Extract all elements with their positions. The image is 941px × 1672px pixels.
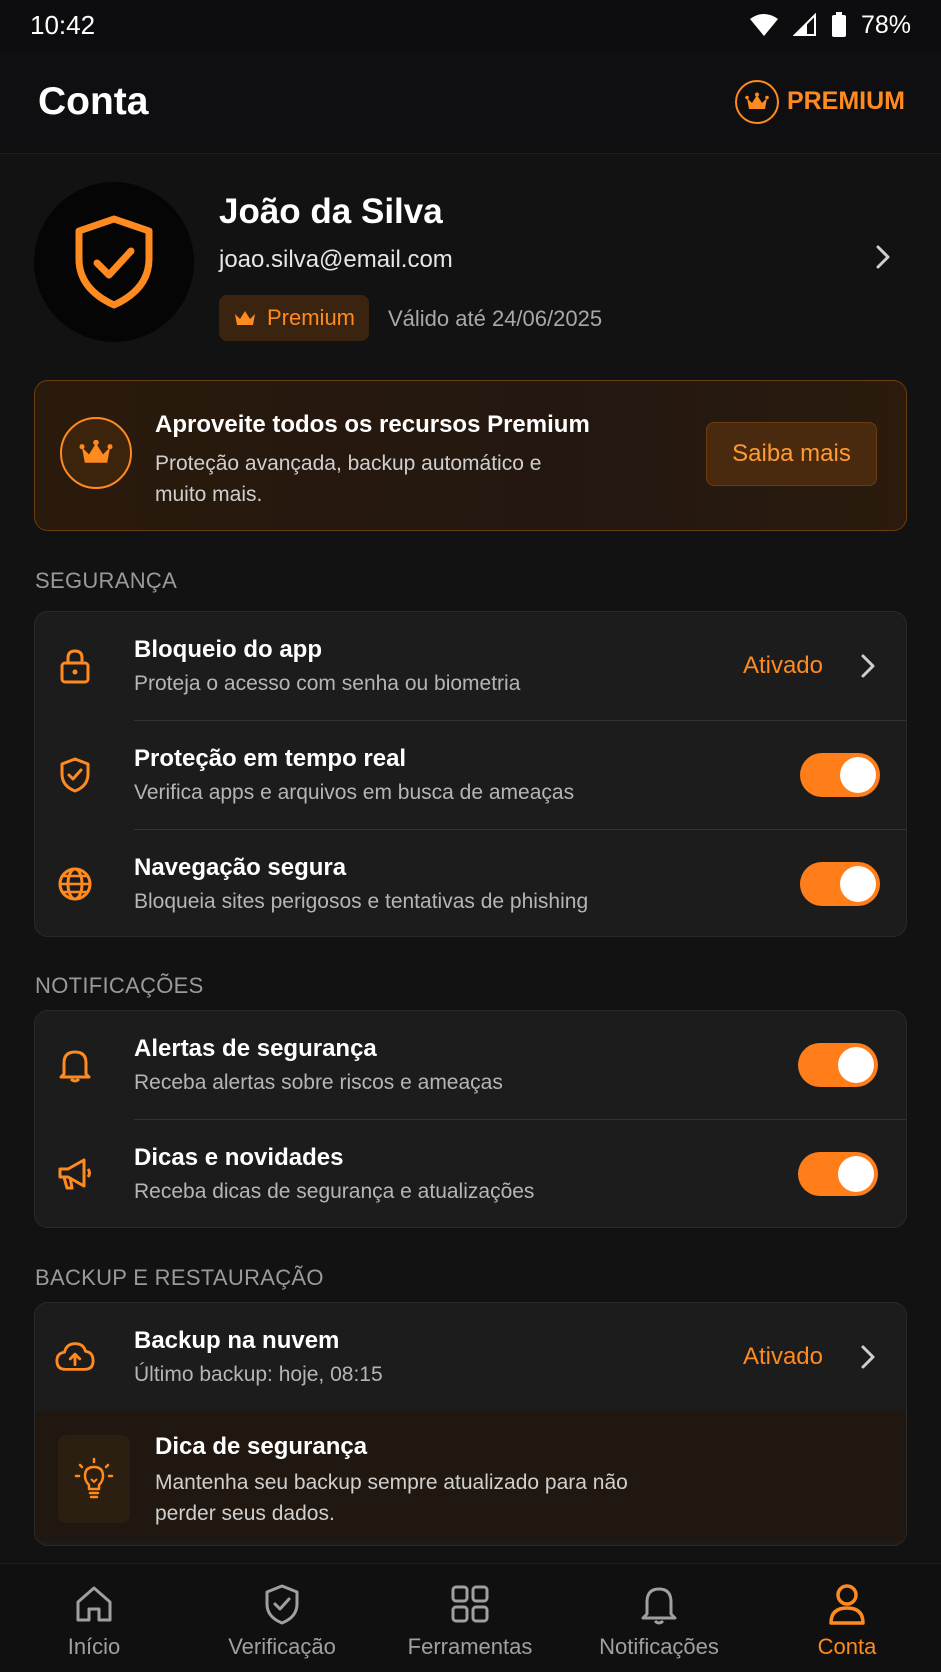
row-subtitle: Receba dicas de segurança e atualizações [134,1180,535,1203]
chevron-right-icon [860,653,876,679]
globe-icon [55,864,95,904]
crown-icon [734,79,779,124]
premium-header-button[interactable]: PREMIUM [734,79,905,124]
crown-icon [233,308,257,328]
nav-label: Ferramentas [407,1634,533,1659]
realtime-protection-toggle[interactable] [800,753,880,797]
shield-check-icon [263,1582,301,1626]
row-title: Bloqueio do app [134,636,322,663]
profile-row[interactable]: João da Silva joao.silva@email.com Premi… [0,182,941,344]
notifications-card: Alertas de segurança Receba alertas sobr… [34,1010,907,1228]
row-subtitle: Bloqueia sites perigosos e tentativas de… [134,890,589,913]
learn-more-button[interactable]: Saiba mais [706,422,877,486]
tip-description: Mantenha seu backup sempre atualizado pa… [155,1471,628,1525]
toggle-knob [840,866,876,902]
row-subtitle: Último backup: hoje, 08:15 [134,1363,383,1386]
safe-browsing-toggle[interactable] [800,862,880,906]
cloud-upload-icon [55,1337,95,1377]
toggle-knob [838,1156,874,1192]
nav-item-verification[interactable]: Verificação [188,1564,376,1672]
nav-item-notifications[interactable]: Notificações [565,1564,753,1672]
app-header: Conta PREMIUM [0,50,941,154]
section-header-security: SEGURANÇA [35,568,178,593]
tip-title: Dica de segurança [155,1433,368,1460]
security-alerts-toggle[interactable] [798,1043,878,1087]
toggle-knob [838,1047,874,1083]
tips-news-row: Dicas e novidades Receba dicas de segura… [35,1120,906,1227]
user-icon [827,1582,867,1626]
security-tip: Dica de segurança Mantenha seu backup se… [35,1411,906,1541]
status-bar: 10:42 78% [0,0,941,50]
safe-browsing-row: Navegação segura Bloqueia sites perigoso… [35,830,906,936]
security-alerts-row: Alertas de segurança Receba alertas sobr… [35,1011,906,1119]
row-title: Dicas e novidades [134,1144,344,1171]
nav-item-account[interactable]: Conta [753,1564,941,1672]
nav-label: Verificação [228,1634,336,1659]
nav-label: Conta [817,1634,877,1659]
shield-check-icon [55,755,95,795]
lightbulb-icon [58,1435,130,1523]
status-time: 10:42 [30,9,96,40]
profile-name: João da Silva [219,192,443,231]
lock-icon [55,646,95,686]
bell-icon [640,1582,678,1626]
bottom-nav: Início Verificação Ferramentas Notificaç… [0,1563,941,1672]
promo-description: Proteção avançada, backup automático e m… [155,452,542,506]
status-label: Ativado [742,1343,823,1370]
profile-email: joao.silva@email.com [219,246,453,273]
home-icon [74,1582,114,1626]
nav-item-home[interactable]: Início [0,1564,188,1672]
cloud-backup-row[interactable]: Backup na nuvem Último backup: hoje, 08:… [35,1303,906,1411]
premium-badge-label: Premium [267,305,356,330]
status-label: Ativado [742,652,823,679]
section-header-notifications: NOTIFICAÇÕES [35,973,204,998]
promo-title: Aproveite todos os recursos Premium [155,411,590,438]
row-subtitle: Proteja o acesso com senha ou biometria [134,672,521,695]
realtime-protection-row: Proteção em tempo real Verifica apps e a… [35,721,906,829]
row-title: Navegação segura [134,854,347,881]
toggle-knob [840,757,876,793]
battery-icon [831,12,847,38]
battery-percentage: 78% [860,10,911,39]
grid-icon [450,1582,490,1626]
row-title: Alertas de segurança [134,1035,377,1062]
shield-check-icon [73,215,155,309]
premium-header-label: PREMIUM [786,87,905,115]
security-card: Bloqueio do app Proteja o acesso com sen… [34,611,907,937]
subscription-valid-until: Válido até 24/06/2025 [388,306,603,331]
chevron-right-icon [860,1344,876,1370]
row-subtitle: Receba alertas sobre riscos e ameaças [134,1071,503,1094]
premium-badge: Premium [219,295,370,341]
section-header-backup: BACKUP E RESTAURAÇÃO [35,1265,324,1290]
app-lock-row[interactable]: Bloqueio do app Proteja o acesso com sen… [35,612,906,720]
crown-icon [60,417,132,489]
chevron-right-icon [875,244,891,270]
nav-item-tools[interactable]: Ferramentas [376,1564,564,1672]
row-subtitle: Verifica apps e arquivos em busca de ame… [134,781,575,804]
nav-label: Início [67,1634,121,1659]
signal-icon [792,13,817,37]
tips-news-toggle[interactable] [798,1152,878,1196]
row-title: Backup na nuvem [134,1327,340,1354]
backup-card: Backup na nuvem Último backup: hoje, 08:… [34,1302,907,1546]
premium-promo-card: Aproveite todos os recursos Premium Prot… [34,380,907,531]
page-title: Conta [38,79,149,123]
nav-label: Notificações [599,1634,719,1659]
avatar [34,182,194,342]
bell-icon [55,1045,95,1085]
wifi-icon [749,13,779,37]
status-icons: 78% [749,11,911,40]
megaphone-icon [55,1154,95,1194]
row-title: Proteção em tempo real [134,745,407,772]
